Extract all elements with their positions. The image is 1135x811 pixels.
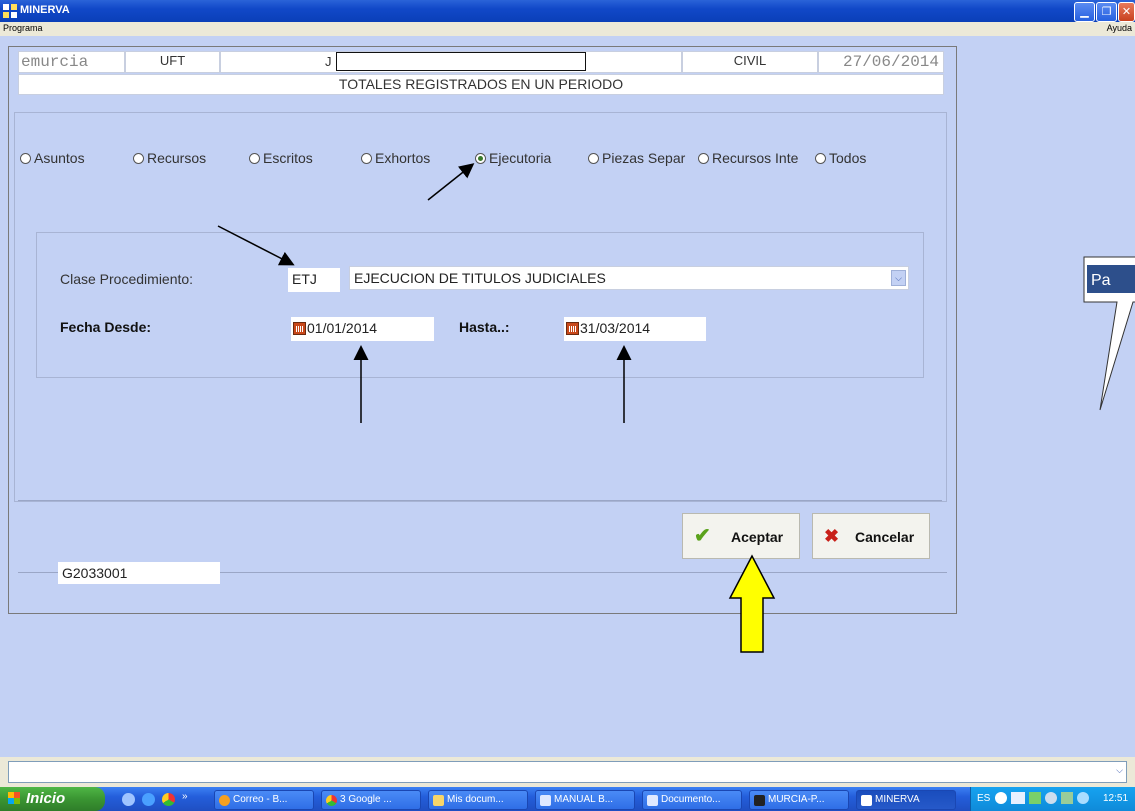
clock: 12:51 <box>1103 793 1129 804</box>
task-minerva[interactable]: MINERVA <box>856 790 956 810</box>
task-documento[interactable]: Documento... <box>642 790 742 810</box>
chevron-right-icon[interactable]: » <box>182 791 188 802</box>
arrow-to-clase <box>217 225 295 266</box>
quick-launch: » <box>118 791 198 809</box>
tray-app-icon[interactable] <box>1011 792 1025 804</box>
system-tray: ES 12:51 <box>970 787 1135 811</box>
arrow-to-ejecutoria <box>427 163 475 201</box>
chevron-down-icon[interactable]: ⌵ <box>1116 765 1123 776</box>
start-button[interactable]: Inicio <box>0 787 105 811</box>
yellow-arrow-to-accept <box>728 554 776 653</box>
security-icon[interactable] <box>1045 792 1057 804</box>
back-arrow-icon[interactable] <box>995 792 1007 804</box>
ie-icon[interactable] <box>142 793 155 806</box>
volume-icon[interactable] <box>1077 792 1089 804</box>
task-google[interactable]: 3 Google ... <box>321 790 421 810</box>
command-input[interactable]: ⌵ <box>8 761 1127 783</box>
task-correo[interactable]: Correo - B... <box>214 790 314 810</box>
task-mis-documentos[interactable]: Mis docum... <box>428 790 528 810</box>
task-murcia[interactable]: MURCIA-P... <box>749 790 849 810</box>
task-manual[interactable]: MANUAL B... <box>535 790 635 810</box>
annotation-overlay <box>217 163 776 653</box>
network-icon[interactable] <box>1029 792 1041 804</box>
update-icon[interactable] <box>1061 792 1073 804</box>
windows-logo-icon <box>8 792 20 804</box>
browser-icon[interactable] <box>122 793 135 806</box>
chrome-icon[interactable] <box>162 793 175 806</box>
callout-text: Pa <box>1091 272 1111 289</box>
language-indicator[interactable]: ES <box>977 793 990 804</box>
